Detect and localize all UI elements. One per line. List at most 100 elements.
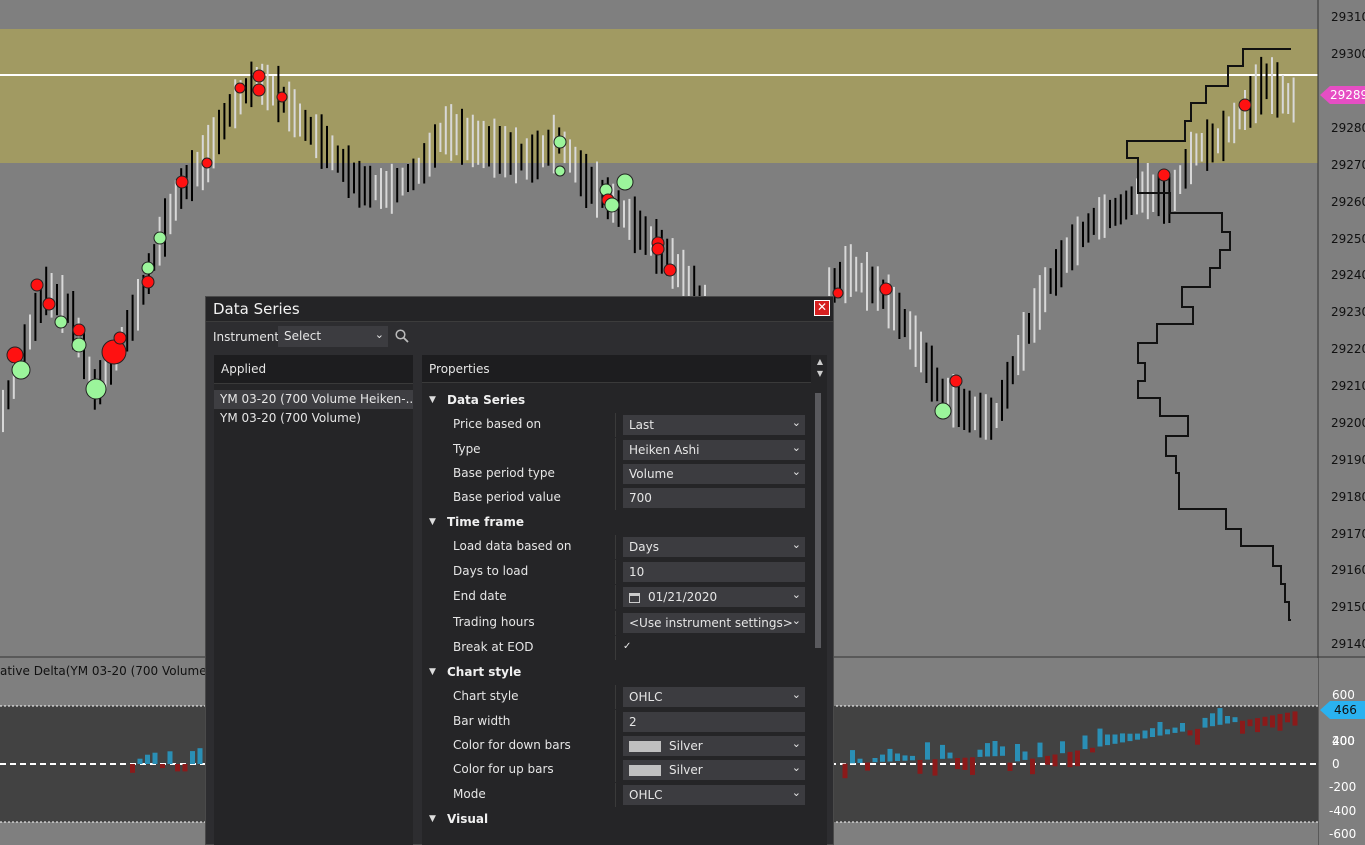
scrollbar-thumb[interactable] — [815, 393, 821, 648]
category-chart-style[interactable]: ▼ Chart style — [422, 661, 815, 683]
delta-bar — [1127, 733, 1133, 742]
buy-dot — [141, 261, 155, 275]
collapse-arrow-icon[interactable]: ▼ — [429, 661, 436, 683]
scroll-down-icon[interactable]: ▼ — [815, 369, 825, 379]
price-tick: 29230 — [1331, 305, 1365, 319]
delta-bar — [947, 752, 953, 759]
delta-bar — [1157, 722, 1163, 736]
collapse-arrow-icon[interactable]: ▼ — [429, 808, 436, 830]
prop-trading-hours: Trading hours <Use instrument settings> ⌄ — [422, 611, 815, 635]
sell-dot — [175, 175, 189, 189]
supply-zone — [0, 29, 1318, 163]
prop-bar-width: Bar width 2 — [422, 710, 815, 734]
collapse-arrow-icon[interactable]: ▼ — [429, 511, 436, 533]
bar-width-input[interactable]: 2 — [623, 712, 805, 732]
scroll-up-icon[interactable]: ▲ — [815, 357, 825, 367]
prop-base-period-value: Base period value 700 — [422, 486, 815, 510]
applied-list[interactable]: Applied YM 03-20 (700 Volume Heiken-... … — [214, 355, 413, 845]
delta-bar — [1030, 758, 1035, 775]
delta-bar — [925, 742, 930, 760]
delta-bar — [1075, 750, 1080, 767]
delta-bar — [1022, 751, 1028, 760]
color-down-select[interactable]: Silver ⌄ — [623, 736, 805, 756]
delta-tick: -400 — [1329, 804, 1357, 818]
sell-dot — [651, 242, 665, 256]
delta-bar — [1165, 729, 1170, 735]
delta-bar — [1142, 730, 1148, 739]
delta-bar — [130, 764, 135, 773]
sell-dot — [141, 275, 155, 289]
delta-bar — [842, 763, 848, 779]
chevron-down-icon: ⌄ — [791, 688, 801, 701]
price-tick: 29270 — [1331, 158, 1365, 172]
end-date-picker[interactable]: 01/21/2020 ⌄ — [623, 587, 805, 607]
price-tick: 29260 — [1331, 195, 1365, 209]
delta-bar — [1202, 717, 1208, 728]
dialog-title: Data Series — [213, 300, 300, 318]
chevron-down-icon: ⌄ — [791, 416, 801, 429]
delta-bar — [1217, 708, 1223, 725]
category-visual[interactable]: ▼ Visual — [422, 808, 815, 830]
delta-bar — [932, 759, 938, 776]
applied-item[interactable]: YM 03-20 (700 Volume Heiken-... — [214, 390, 413, 409]
base-period-value-input[interactable]: 700 — [623, 488, 805, 508]
properties-grid[interactable]: Properties ▲ ▼ ▼ Data Series Price based … — [422, 355, 827, 845]
close-icon[interactable]: ✕ — [814, 300, 830, 316]
sell-dot — [1238, 98, 1252, 112]
price-tick: 29140 — [1331, 637, 1365, 651]
prop-base-period-type: Base period type Volume ⌄ — [422, 462, 815, 486]
search-icon[interactable] — [395, 329, 409, 343]
prop-color-down: Color for down bars Silver ⌄ — [422, 734, 815, 758]
price-based-on-select[interactable]: Last ⌄ — [623, 415, 805, 435]
delta-bar — [887, 748, 893, 762]
delta-bar — [1007, 762, 1013, 771]
data-series-dialog[interactable]: Data Series ✕ Instrument Select ⌄ Applie… — [205, 296, 834, 845]
sell-dot — [276, 91, 288, 103]
price-tick: 29300 — [1331, 47, 1365, 61]
trading-hours-select[interactable]: <Use instrument settings> ⌄ — [623, 613, 805, 633]
category-data-series[interactable]: ▼ Data Series — [422, 389, 815, 411]
chevron-down-icon: ⌄ — [791, 761, 801, 774]
color-swatch — [629, 741, 661, 752]
sell-dot — [252, 83, 266, 97]
type-select[interactable]: Heiken Ashi ⌄ — [623, 440, 805, 460]
delta-bar — [137, 758, 143, 764]
days-to-load-input[interactable]: 10 — [623, 562, 805, 582]
chart-style-select[interactable]: OHLC ⌄ — [623, 687, 805, 707]
load-data-select[interactable]: Days ⌄ — [623, 537, 805, 557]
prop-color-up: Color for up bars Silver ⌄ — [422, 758, 815, 782]
delta-bar — [152, 752, 158, 764]
properties-header: Properties — [422, 355, 811, 383]
buy-dot — [553, 135, 567, 149]
buy-dot — [554, 165, 566, 177]
delta-bar — [1090, 747, 1095, 753]
prop-days-to-load: Days to load 10 — [422, 560, 815, 584]
buy-dot — [71, 337, 87, 353]
base-period-type-select[interactable]: Volume ⌄ — [623, 464, 805, 484]
price-tick: 29170 — [1331, 527, 1365, 541]
break-at-eod-checkbox[interactable]: ✓ — [623, 641, 635, 653]
delta-tick: -600 — [1329, 827, 1357, 841]
delta-bar — [1292, 711, 1298, 726]
collapse-arrow-icon[interactable]: ▼ — [429, 389, 436, 411]
buy-dot — [616, 173, 634, 191]
applied-item[interactable]: YM 03-20 (700 Volume) — [214, 409, 413, 428]
mode-select[interactable]: OHLC ⌄ — [623, 785, 805, 805]
chevron-down-icon: ⌄ — [374, 328, 384, 341]
price-tick: 29250 — [1331, 232, 1365, 246]
buy-dot — [11, 360, 31, 380]
delta-bar — [1060, 741, 1065, 754]
instrument-select[interactable]: Select ⌄ — [278, 326, 388, 347]
color-up-select[interactable]: Silver ⌄ — [623, 760, 805, 780]
category-time-frame[interactable]: ▼ Time frame — [422, 511, 815, 533]
dialog-titlebar[interactable]: Data Series ✕ — [206, 297, 833, 322]
chevron-down-icon: ⌄ — [791, 441, 801, 454]
delta-tick: 600 — [1332, 688, 1355, 702]
delta-bar — [970, 757, 975, 775]
buy-dot — [153, 231, 167, 245]
delta-bar — [1052, 754, 1058, 767]
delta-bar — [1180, 723, 1185, 732]
delta-bar — [1045, 755, 1050, 765]
delta-bar — [190, 751, 195, 764]
prop-load-data-based-on: Load data based on Days ⌄ — [422, 535, 815, 559]
